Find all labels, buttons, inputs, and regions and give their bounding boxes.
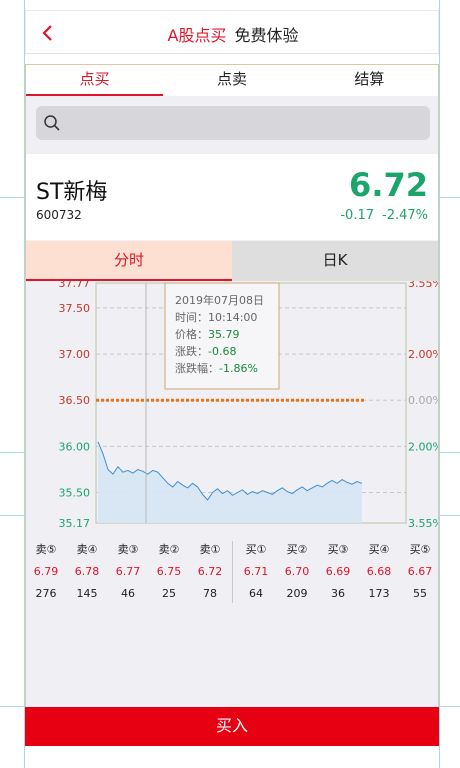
- order-label: 买②: [286, 543, 308, 556]
- guide-line: [439, 0, 440, 768]
- search-input[interactable]: [36, 106, 430, 140]
- chart-tabs: 分时 日K: [26, 241, 438, 281]
- order-label: 买⑤: [409, 543, 431, 556]
- order-label: 卖④: [76, 543, 98, 556]
- y-right-tick-label: 3.55%: [408, 281, 438, 290]
- intraday-chart[interactable]: 37.77 37.50 37.00 36.50 36.00 35.50 35.17 3.55%…: [26, 281, 439, 531]
- stock-price: 6.72: [349, 166, 428, 204]
- sell-level-1: 卖⑤ 6.79 276: [26, 539, 66, 605]
- order-vol: 25: [162, 587, 176, 600]
- order-book: 卖⑤ 6.79 276 卖④ 6.78 145 卖③ 6.77 46 卖② 6.75 25 卖① 6.72…: [26, 539, 438, 609]
- order-price: 6.79: [33, 565, 59, 578]
- order-price: 6.77: [115, 565, 141, 578]
- nav-header: A股点买 免费体验: [25, 10, 439, 54]
- stock-change: -0.17 -2.47%: [340, 208, 428, 223]
- order-price: 6.67: [407, 565, 433, 578]
- page-title: A股点买 免费体验: [26, 22, 440, 46]
- order-vol: 46: [121, 587, 135, 600]
- order-vol: 145: [76, 587, 98, 600]
- y-right-tick-label: 2.00%: [408, 440, 438, 453]
- tooltip-text: 2019年07月08日: [175, 293, 264, 307]
- order-price: 6.70: [284, 565, 310, 578]
- sell-level-2: 卖④ 6.78 145: [67, 539, 107, 605]
- trade-tabs: 点买 点卖 结算: [26, 65, 438, 96]
- order-label: 卖③: [117, 543, 139, 556]
- tab-buy-point[interactable]: 点买: [26, 65, 164, 96]
- order-label: 买①: [245, 543, 267, 556]
- tab-daily-k[interactable]: 日K: [232, 241, 438, 281]
- order-vol: 55: [413, 587, 427, 600]
- tooltip-text: 涨跌：-0.68: [175, 344, 236, 358]
- stock-change-pct: -2.47%: [382, 208, 428, 223]
- order-label: 卖②: [158, 543, 180, 556]
- stock-code: 600732: [36, 208, 82, 222]
- y-left-tick-label: 37.00: [59, 348, 91, 361]
- buy-level-2: 买② 6.70 209: [277, 539, 317, 605]
- y-right-tick-label: 2.00%: [408, 348, 438, 361]
- y-left-tick-label: 35.17: [59, 517, 91, 530]
- tab-settlement[interactable]: 结算: [301, 65, 438, 96]
- buy-button[interactable]: 买入: [25, 707, 439, 746]
- y-left-tick-label: 37.50: [59, 302, 91, 315]
- tooltip-value: 35.79: [208, 328, 240, 341]
- order-vol: 78: [203, 587, 217, 600]
- buy-level-5: 买⑤ 6.67 55: [400, 539, 440, 605]
- tooltip-text: 价格：35.79: [175, 327, 240, 341]
- buy-level-3: 买③ 6.69 36: [318, 539, 358, 605]
- order-vol: 36: [331, 587, 345, 600]
- y-right-tick-label: 3.55%: [408, 517, 438, 530]
- tooltip-value: -0.68: [208, 345, 236, 358]
- y-left-tick-label: 37.77: [59, 281, 91, 290]
- order-vol: 64: [249, 587, 263, 600]
- tooltip-text: 涨跌幅：-1.86%: [175, 361, 258, 375]
- order-price: 6.72: [197, 565, 223, 578]
- order-vol: 173: [368, 587, 390, 600]
- tooltip-value: 10:14:00: [208, 311, 257, 324]
- title-main: A股点买: [167, 26, 227, 45]
- y-left-tick-label: 36.50: [59, 394, 91, 407]
- order-price: 6.75: [156, 565, 182, 578]
- order-price: 6.69: [325, 565, 351, 578]
- sell-level-3: 卖③ 6.77 46: [108, 539, 148, 605]
- order-label: 卖⑤: [35, 543, 57, 556]
- order-price: 6.71: [243, 565, 269, 578]
- series-area: [98, 441, 362, 523]
- tab-sell-point[interactable]: 点卖: [163, 65, 300, 96]
- stock-change-value: -0.17: [340, 208, 374, 223]
- order-label: 卖①: [199, 543, 221, 556]
- search-icon: [44, 115, 60, 131]
- stock-quote-panel: ST新梅 600732 6.72 -0.17 -2.47%: [26, 154, 438, 240]
- y-right-tick-label: 0.00%: [408, 394, 438, 407]
- order-book-divider: [232, 541, 233, 603]
- order-label: 买④: [368, 543, 390, 556]
- tab-intraday[interactable]: 分时: [26, 241, 232, 281]
- buy-level-4: 买④ 6.68 173: [359, 539, 399, 605]
- content-frame: 点买 点卖 结算 ST新梅 600732 6.72 -0.17 -2.47% 分时…: [25, 64, 439, 746]
- sell-level-4: 卖② 6.75 25: [149, 539, 189, 605]
- y-left-tick-label: 36.00: [59, 440, 91, 453]
- order-vol: 209: [286, 587, 308, 600]
- sell-level-5: 卖① 6.72 78: [190, 539, 230, 605]
- tooltip-text: 时间：10:14:00: [175, 311, 257, 324]
- stock-name: ST新梅: [36, 180, 108, 205]
- tooltip-value: -1.86%: [219, 362, 258, 375]
- y-left-tick-label: 35.50: [59, 487, 91, 500]
- title-sub: 免费体验: [234, 26, 299, 45]
- order-price: 6.78: [74, 565, 100, 578]
- order-vol: 276: [35, 587, 57, 600]
- buy-level-1: 买① 6.71 64: [236, 539, 276, 605]
- order-price: 6.68: [366, 565, 392, 578]
- order-label: 买③: [327, 543, 349, 556]
